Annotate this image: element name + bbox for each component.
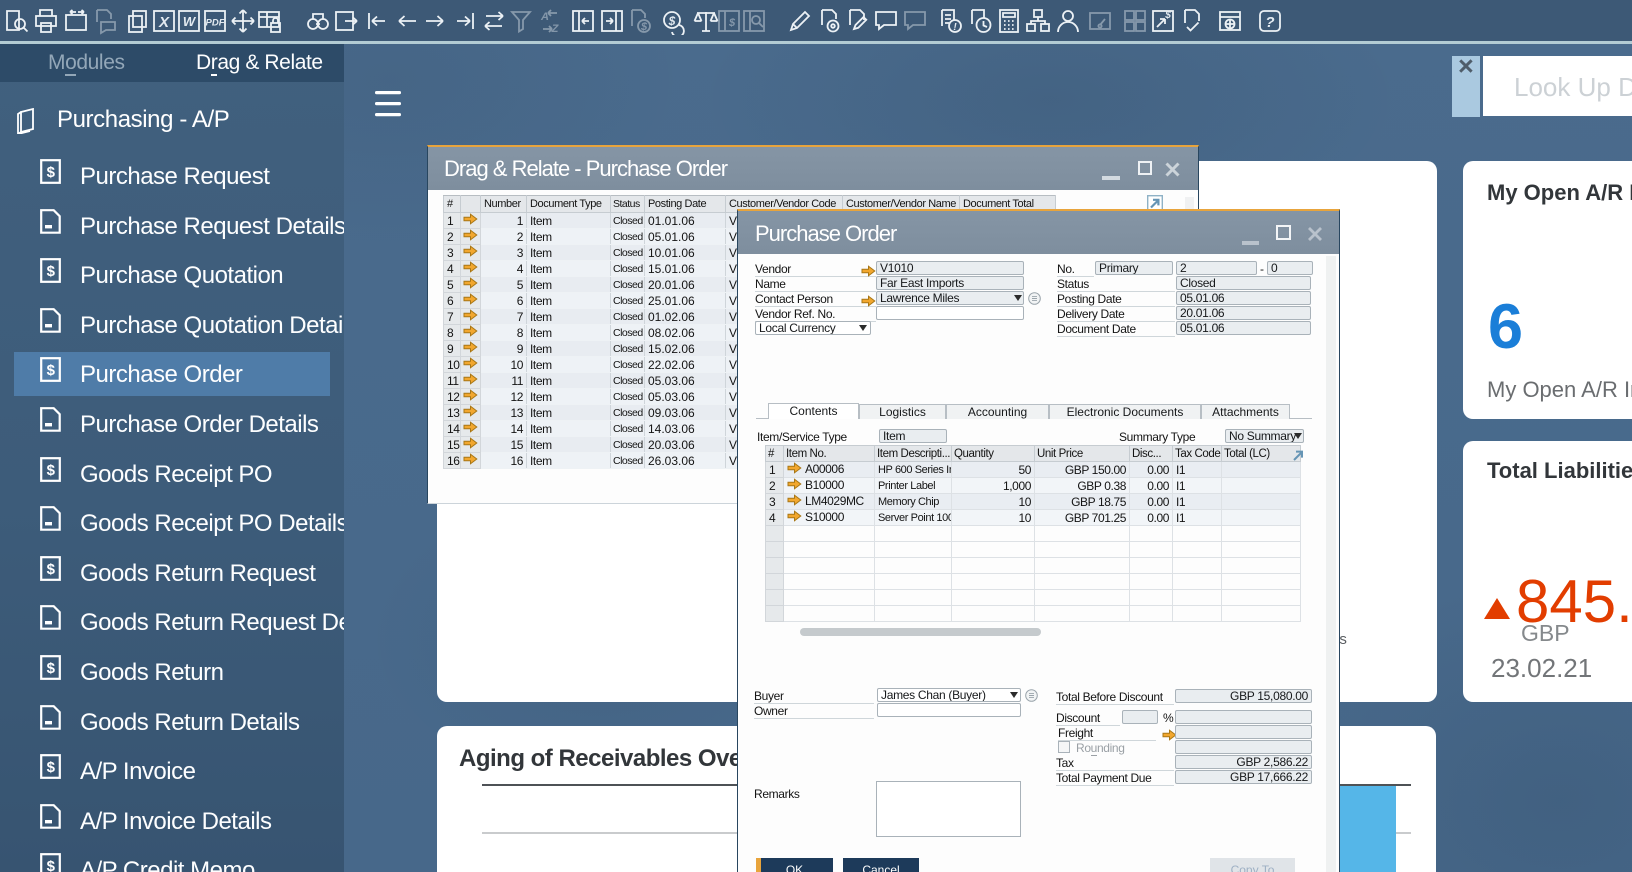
svg-text:$: $ <box>47 362 56 379</box>
svg-text:$: $ <box>1164 10 1171 21</box>
svg-text:PDF: PDF <box>206 18 225 29</box>
svg-text:$: $ <box>728 17 736 29</box>
svg-text:$: $ <box>47 164 56 181</box>
svg-text:$: $ <box>47 263 56 280</box>
svg-text:?: ? <box>1265 14 1274 31</box>
svg-text:$: $ <box>47 660 56 677</box>
svg-text:$: $ <box>47 858 56 872</box>
svg-text:$: $ <box>47 462 56 479</box>
svg-text:$: $ <box>47 561 56 578</box>
svg-text:A: A <box>540 11 549 23</box>
svg-text:$: $ <box>47 759 56 776</box>
svg-text:$: $ <box>640 21 648 33</box>
svg-text:W: W <box>183 14 197 29</box>
svg-text:X: X <box>158 14 170 31</box>
svg-text:$: $ <box>668 14 676 28</box>
